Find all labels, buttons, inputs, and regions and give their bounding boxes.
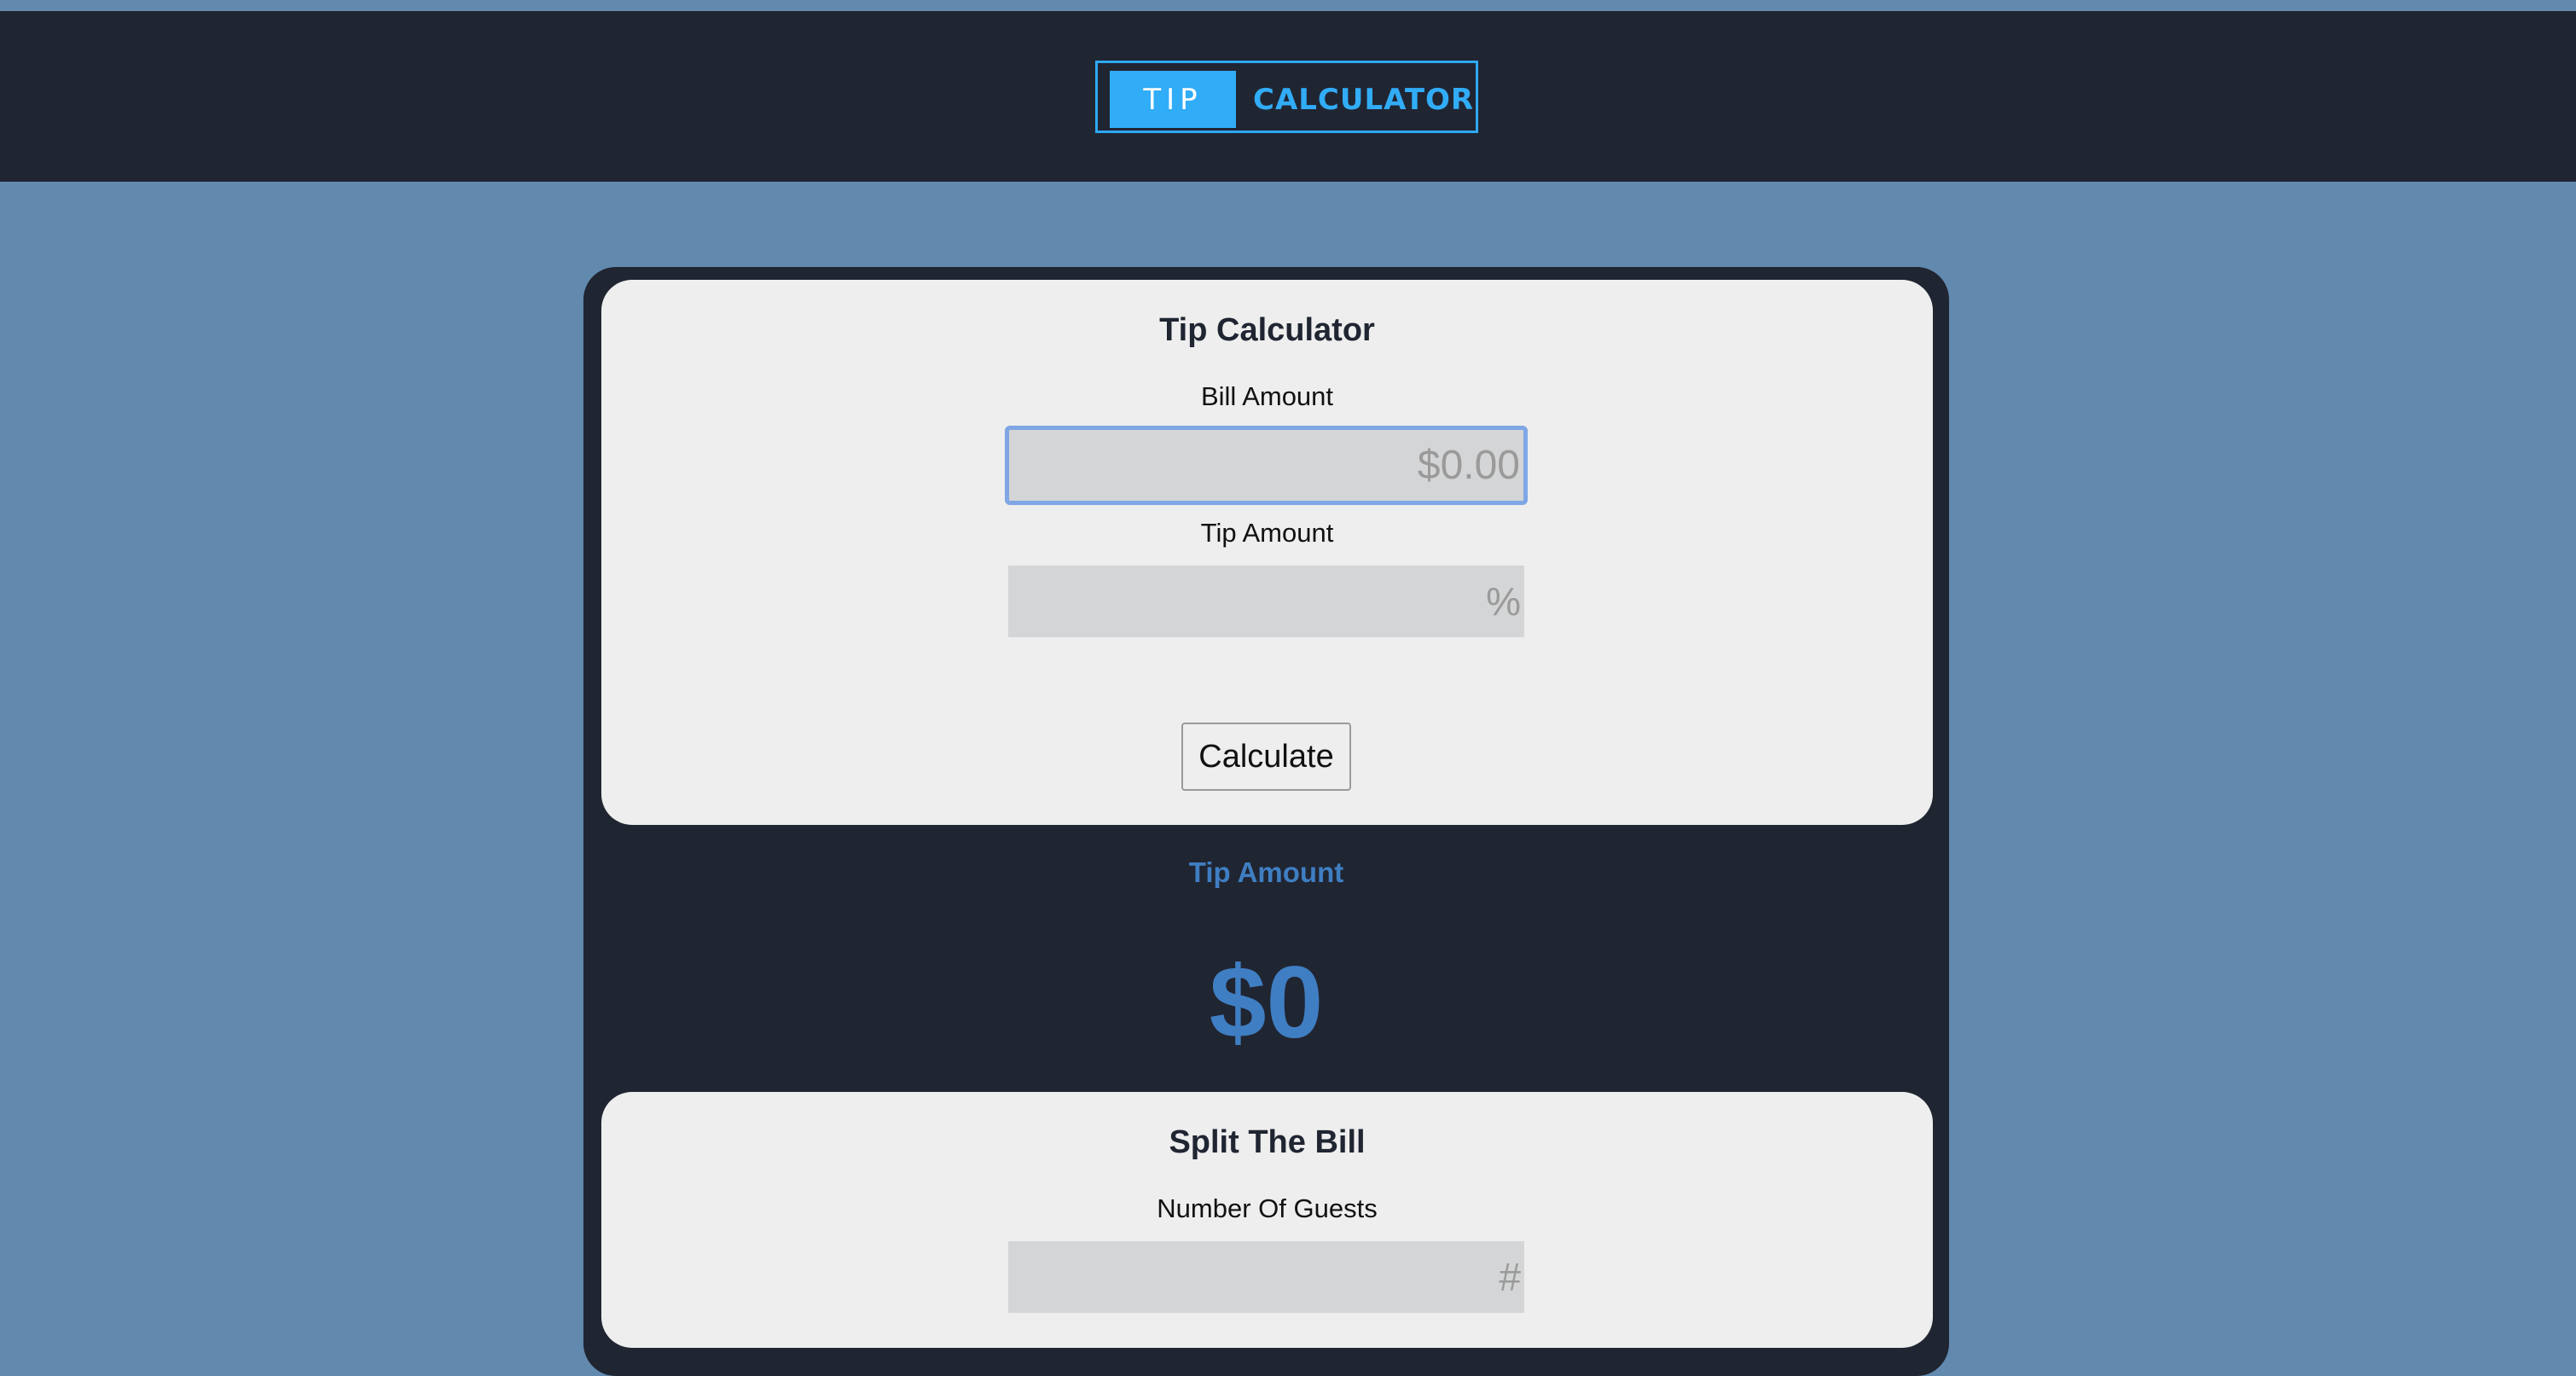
guests-label: Number Of Guests bbox=[1157, 1193, 1378, 1223]
tip-result-label: Tip Amount bbox=[1188, 856, 1344, 888]
logo-calculator-text: CALCULATOR bbox=[1253, 82, 1475, 117]
tip-calculator-card: Tip Calculator Bill Amount Tip Amount Ca… bbox=[601, 280, 1933, 825]
tip-percent-input[interactable] bbox=[1008, 566, 1524, 637]
split-bill-card: Split The Bill Number Of Guests bbox=[601, 1092, 1933, 1348]
app-header: TIP CALCULATOR bbox=[0, 11, 2576, 182]
bill-amount-input[interactable] bbox=[1005, 426, 1528, 505]
tip-card-title: Tip Calculator bbox=[1159, 312, 1375, 348]
tip-amount-label: Tip Amount bbox=[1200, 518, 1334, 548]
tip-result-value: $0 bbox=[1209, 945, 1324, 1060]
logo-tip-badge: TIP bbox=[1110, 71, 1236, 128]
split-card-title: Split The Bill bbox=[1169, 1124, 1366, 1160]
bill-amount-label: Bill Amount bbox=[1200, 381, 1334, 411]
calculate-button[interactable]: Calculate bbox=[1181, 723, 1351, 791]
top-strip bbox=[0, 0, 2576, 11]
guests-input[interactable] bbox=[1008, 1241, 1524, 1313]
logo: TIP CALCULATOR bbox=[1095, 61, 1478, 133]
